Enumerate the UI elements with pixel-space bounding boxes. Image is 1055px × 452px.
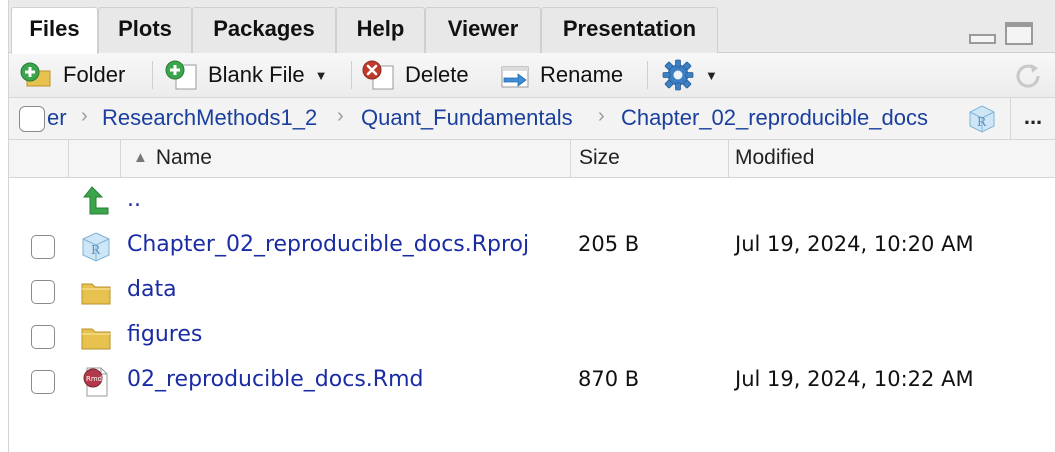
folder-icon xyxy=(81,328,111,350)
chevron-right-icon: › xyxy=(337,105,344,127)
refresh-button[interactable] xyxy=(1013,53,1043,97)
size-column-header[interactable]: Size xyxy=(571,140,729,177)
delete-icon xyxy=(362,60,394,90)
breadcrumb-item[interactable]: ResearchMethods1_2 xyxy=(102,105,317,131)
file-modified: Jul 19, 2024, 10:20 AM xyxy=(735,232,974,256)
new-blank-file-icon xyxy=(165,60,197,90)
breadcrumb-item[interactable]: Quant_Fundamentals xyxy=(361,105,573,131)
maximize-icon[interactable] xyxy=(1005,22,1033,45)
new-folder-label: Folder xyxy=(63,62,126,87)
row-checkbox[interactable] xyxy=(31,370,55,394)
file-name-link[interactable]: 02_reproducible_docs.Rmd xyxy=(127,367,423,392)
checkbox-column-header xyxy=(9,140,69,177)
list-item[interactable]: R Chapter_02_reproducible_docs.Rproj 205… xyxy=(9,225,1055,269)
chevron-right-icon: › xyxy=(598,105,605,127)
sort-ascending-icon: ▲ xyxy=(133,149,148,166)
file-name-link[interactable]: .. xyxy=(127,187,141,212)
chevron-down-icon: ▼ xyxy=(314,67,328,83)
tab-viewer[interactable]: Viewer xyxy=(425,7,541,53)
rename-icon xyxy=(501,66,529,88)
refresh-icon xyxy=(1016,64,1040,88)
tab-presentation[interactable]: Presentation xyxy=(541,7,718,53)
file-size: 205 B xyxy=(578,232,640,256)
svg-text:R: R xyxy=(91,243,101,257)
icon-column-header xyxy=(69,140,121,177)
name-column-header[interactable]: ▲ Name xyxy=(121,140,571,177)
tab-packages[interactable]: Packages xyxy=(192,7,336,53)
blank-file-button[interactable]: Blank File ▼ xyxy=(164,53,327,97)
file-name-link[interactable]: data xyxy=(127,277,177,302)
row-checkbox[interactable] xyxy=(31,235,55,259)
files-toolbar: Folder Blank File ▼ Delete Rename ▼ xyxy=(9,53,1055,98)
gear-icon xyxy=(662,59,694,91)
svg-text:R: R xyxy=(977,115,987,129)
tab-strip: Files Plots Packages Help Viewer Present… xyxy=(9,0,1055,54)
file-name-link[interactable]: Chapter_02_reproducible_docs.Rproj xyxy=(127,232,529,257)
file-name-link[interactable]: figures xyxy=(127,322,202,347)
tab-plots[interactable]: Plots xyxy=(98,7,192,53)
list-item[interactable]: figures xyxy=(9,315,1055,359)
delete-button[interactable]: Delete xyxy=(361,53,469,97)
rmd-icon: Rmd xyxy=(83,367,108,397)
minimize-icon[interactable] xyxy=(969,34,996,44)
column-header-row: ▲ Name Size Modified xyxy=(9,140,1055,178)
list-item[interactable]: data xyxy=(9,270,1055,314)
modified-column-header[interactable]: Modified xyxy=(729,140,1055,177)
list-item[interactable]: Rmd 02_reproducible_docs.Rmd 870 B Jul 1… xyxy=(9,360,1055,404)
name-column-label: Name xyxy=(155,146,212,169)
parent-folder-icon xyxy=(82,186,109,215)
project-icon[interactable]: R xyxy=(967,104,997,134)
list-item-parent[interactable]: .. xyxy=(9,180,1055,224)
more-options-button[interactable]: ▼ xyxy=(661,53,718,97)
row-checkbox[interactable] xyxy=(31,325,55,349)
file-modified: Jul 19, 2024, 10:22 AM xyxy=(735,367,974,391)
toolbar-divider xyxy=(351,61,352,89)
select-all-checkbox[interactable] xyxy=(19,106,45,132)
delete-label: Delete xyxy=(405,62,469,87)
breadcrumb-current[interactable]: Chapter_02_reproducible_docs xyxy=(621,105,928,131)
toolbar-divider xyxy=(647,61,648,89)
files-pane: Files Plots Packages Help Viewer Present… xyxy=(8,0,1055,452)
rename-button[interactable]: Rename xyxy=(498,53,623,97)
tab-help[interactable]: Help xyxy=(336,7,425,53)
chevron-down-icon: ▼ xyxy=(705,67,718,83)
toolbar-divider xyxy=(152,61,153,89)
folder-icon xyxy=(81,283,111,305)
breadcrumb-overflow-button[interactable]: ... xyxy=(1010,98,1055,139)
tab-files[interactable]: Files xyxy=(11,7,98,54)
chevron-right-icon: › xyxy=(81,105,88,127)
new-folder-button[interactable]: Folder xyxy=(19,53,125,97)
rename-label: Rename xyxy=(540,62,624,87)
breadcrumb-truncated[interactable]: er xyxy=(47,105,67,131)
svg-text:Rmd: Rmd xyxy=(86,375,102,383)
new-folder-icon xyxy=(20,62,51,87)
rproj-icon: R xyxy=(82,232,110,262)
blank-file-label: Blank File xyxy=(208,62,305,87)
breadcrumb: er › ResearchMethods1_2 › Quant_Fundamen… xyxy=(9,98,1055,140)
row-checkbox[interactable] xyxy=(31,280,55,304)
file-size: 870 B xyxy=(578,367,640,391)
